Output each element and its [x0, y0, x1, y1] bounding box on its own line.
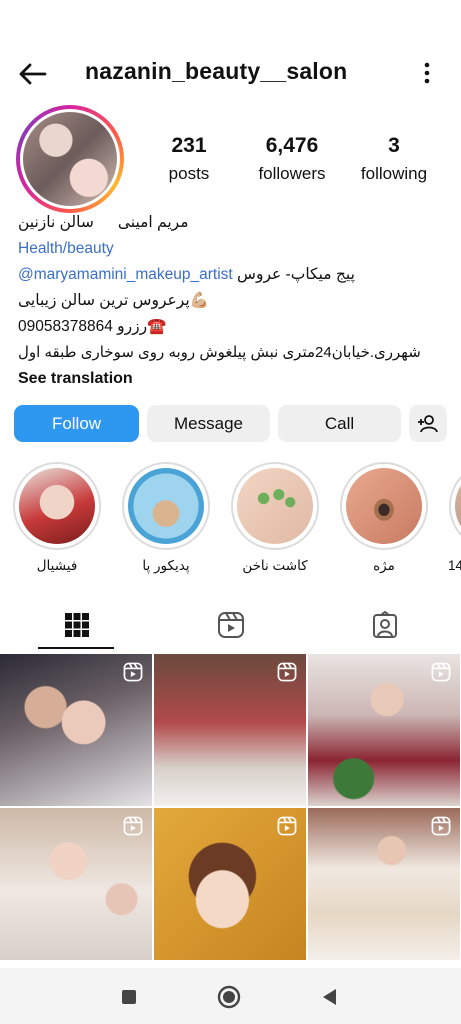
bio-line-3-prefix: ☎️رزرو [117, 318, 167, 335]
see-translation-link[interactable]: See translation [18, 366, 448, 392]
tab-tagged[interactable] [308, 600, 461, 650]
posts-value: 231 [171, 134, 207, 157]
mention-link[interactable]: @maryamamini_makeup_artist [18, 266, 233, 283]
highlight-item[interactable]: 14 [448, 462, 461, 573]
add-user-icon [418, 414, 438, 432]
back-nav-button[interactable] [316, 984, 342, 1010]
highlight-label: مژه [373, 558, 395, 573]
highlight-image [346, 468, 422, 544]
bio-line-4: شهرری.خیابان24متری نبش پیلغوش روبه روی س… [18, 344, 421, 361]
story-highlights: فیشیال پدیکور پا کاشت ناخن مژه 14 [0, 462, 461, 582]
reels-icon [277, 662, 297, 682]
post-thumbnail[interactable] [154, 654, 306, 806]
post-thumbnail[interactable] [154, 808, 306, 960]
post-thumbnail[interactable] [0, 808, 152, 960]
bio-names: مریم امینی سالن نازنین [18, 210, 448, 236]
following-count[interactable]: 3 following [354, 134, 434, 184]
profile-tabs [0, 600, 461, 650]
followers-count[interactable]: 6,476 followers [249, 134, 335, 184]
reels-icon [431, 662, 451, 682]
add-user-button[interactable] [409, 405, 447, 442]
post-thumbnail[interactable] [308, 654, 460, 806]
avatar-image [23, 112, 117, 206]
bio-line-1: @maryamamini_makeup_artist پیج میکاپ- عر… [18, 262, 448, 288]
highlight-item[interactable]: مژه [339, 462, 429, 574]
reels-icon [277, 816, 297, 836]
system-nav-bar [0, 968, 461, 1024]
bio-line-3: 09058378864 ☎️رزرو [18, 314, 448, 340]
highlight-image [19, 468, 95, 544]
bio-line-1-text: پیج میکاپ- عروس [237, 266, 355, 283]
profile-username: nazanin_beauty__salon [85, 58, 348, 84]
reels-icon [123, 816, 143, 836]
highlight-image [455, 468, 461, 544]
more-vertical-icon [424, 62, 430, 84]
highlight-item[interactable]: فیشیال [12, 462, 102, 574]
bio-name-primary: سالن نازنین [18, 214, 94, 231]
post-thumbnail[interactable] [308, 808, 460, 960]
category-label: Health/beauty [18, 240, 114, 257]
grid-icon [64, 613, 89, 637]
tab-reels[interactable] [154, 600, 307, 650]
back-button[interactable] [14, 58, 50, 90]
profile-header: nazanin_beauty__salon [0, 0, 461, 100]
highlight-label: فیشیال [36, 558, 78, 573]
following-label: following [360, 164, 428, 183]
follow-button[interactable]: Follow [14, 405, 139, 442]
arrow-left-icon [19, 63, 47, 85]
followers-label: followers [258, 164, 326, 183]
home-circle-icon [217, 985, 241, 1009]
highlight-item[interactable]: کاشت ناخن [230, 462, 320, 574]
posts-label: posts [168, 164, 210, 183]
followers-value: 6,476 [265, 134, 319, 157]
phone-number[interactable]: 09058378864 [18, 318, 113, 335]
home-button[interactable] [216, 984, 242, 1010]
post-thumbnail[interactable] [0, 654, 152, 806]
triangle-back-icon [323, 989, 336, 1005]
reels-icon [123, 662, 143, 682]
highlight-label: پدیکور پا [142, 558, 190, 573]
profile-avatar[interactable] [16, 105, 124, 213]
highlight-image [237, 468, 313, 544]
profile-bio: مریم امینی سالن نازنین Health/beauty @ma… [18, 210, 448, 392]
bio-name-secondary: مریم امینی [117, 214, 189, 231]
highlight-label: کاشت ناخن [242, 558, 308, 573]
bio-line-2: 💪🏼پرعروس ترین سالن زیبایی [18, 292, 209, 309]
message-button[interactable]: Message [147, 405, 270, 442]
following-value: 3 [388, 134, 400, 157]
recents-button[interactable] [116, 984, 142, 1010]
posts-count[interactable]: 231 posts [158, 134, 220, 184]
tab-posts[interactable] [0, 600, 153, 650]
square-icon [122, 990, 136, 1004]
tagged-icon [372, 611, 397, 638]
more-options-button[interactable] [417, 58, 437, 88]
highlight-item[interactable]: پدیکور پا [121, 462, 211, 574]
posts-grid [0, 654, 461, 970]
highlight-label: 14 [448, 558, 461, 573]
reels-icon [431, 816, 451, 836]
active-tab-indicator [38, 647, 114, 649]
highlight-image [128, 468, 204, 544]
call-button[interactable]: Call [278, 405, 401, 442]
reels-icon [217, 612, 244, 638]
